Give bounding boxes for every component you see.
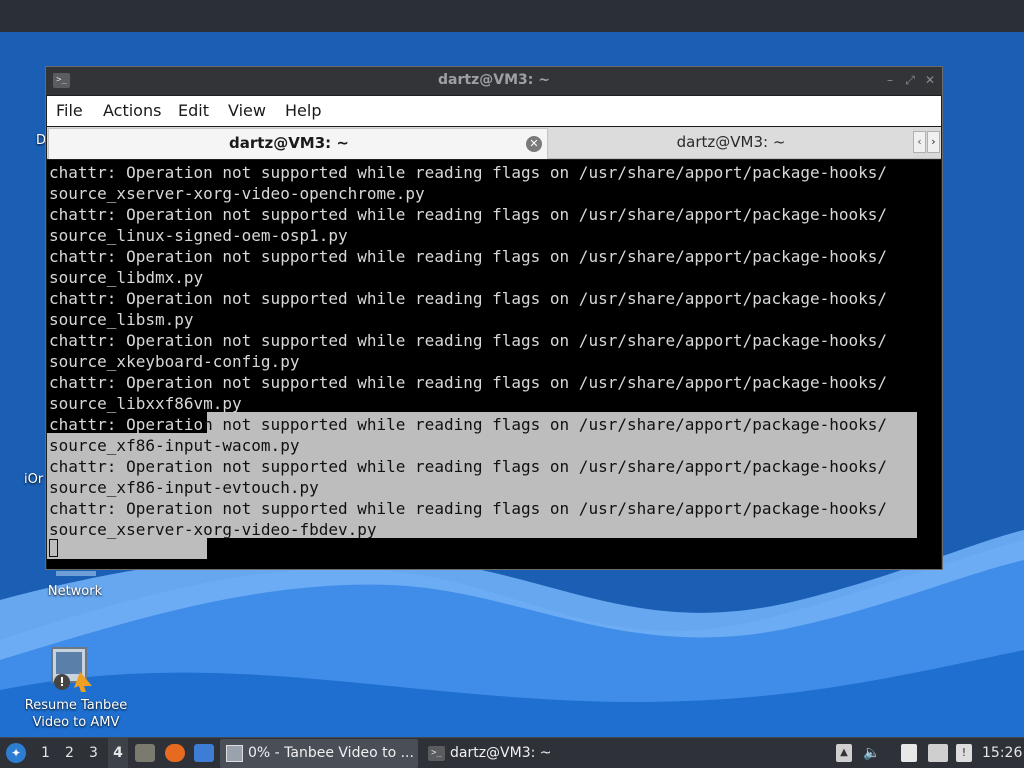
- terminal-line: chattr: Operation not supported while re…: [49, 499, 888, 518]
- terminal-line: source_xkeyboard-config.py: [49, 352, 300, 371]
- firefox-icon[interactable]: [165, 744, 185, 762]
- taskbar: ✦ 1 2 3 4 0% - Tanbee Video to ... >_ da…: [0, 737, 1024, 768]
- chevron-left-icon[interactable]: ‹: [913, 131, 926, 153]
- updates-icon[interactable]: ▲: [836, 744, 852, 762]
- chevron-right-icon[interactable]: ›: [927, 131, 940, 153]
- terminal-line: source_xserver-xorg-video-openchrome.py: [49, 184, 425, 203]
- terminal-line: chattr: Operation not supported while re…: [49, 415, 888, 434]
- window-titlebar[interactable]: >_ dartz@VM3: ~ – ⤢ ✕: [46, 67, 942, 95]
- minimize-button[interactable]: –: [882, 72, 898, 88]
- menu-bar: File Actions Edit View Help: [47, 96, 941, 126]
- workspace-2-button[interactable]: 2: [65, 738, 74, 768]
- menu-file[interactable]: File: [56, 96, 83, 126]
- tab-bar: dartz@VM3: ~ ✕ dartz@VM3: ~ ‹ ›: [47, 127, 941, 159]
- terminal-line: chattr: Operation not supported while re…: [49, 331, 888, 350]
- text-selection: [47, 538, 207, 559]
- workspace-4-button[interactable]: 4: [108, 738, 128, 768]
- terminal-line: source_xf86-input-evtouch.py: [49, 478, 319, 497]
- terminal-line: source_xserver-xorg-video-fbdev.py: [49, 520, 377, 539]
- menu-actions[interactable]: Actions: [103, 96, 161, 126]
- terminal-line: chattr: Operation not supported while re…: [49, 289, 888, 308]
- file-manager-icon[interactable]: [135, 744, 155, 762]
- task-label: dartz@VM3: ~: [450, 745, 552, 761]
- menu-help[interactable]: Help: [285, 96, 321, 126]
- close-button[interactable]: ✕: [922, 72, 938, 88]
- menu-edit[interactable]: Edit: [178, 96, 209, 126]
- workspace-1-button[interactable]: 1: [41, 738, 50, 768]
- terminal-window: >_ dartz@VM3: ~ – ⤢ ✕ File Actions Edit …: [45, 66, 943, 570]
- start-menu-icon[interactable]: ✦: [6, 743, 26, 763]
- show-desktop-icon[interactable]: [194, 744, 214, 762]
- network-icon[interactable]: [928, 744, 948, 762]
- clipboard-icon[interactable]: [901, 744, 917, 762]
- clock: 15:26: [982, 745, 1023, 761]
- tab-inactive[interactable]: dartz@VM3: ~: [549, 128, 913, 158]
- tab-label: dartz@VM3: ~: [229, 134, 349, 152]
- maximize-button[interactable]: ⤢: [902, 72, 918, 88]
- terminal-line: source_libsm.py: [49, 310, 194, 329]
- desktop-icon-resume-label[interactable]: Resume Tanbee Video to AMV: [12, 697, 140, 731]
- task-button-terminal[interactable]: >_ dartz@VM3: ~: [422, 739, 572, 768]
- top-panel-strip: [0, 0, 1024, 32]
- terminal-line: source_linux-signed-oem-osp1.py: [49, 226, 348, 245]
- desktop-icon-partial-label-2: iOr: [24, 472, 44, 487]
- terminal-cursor: [49, 539, 58, 557]
- window-title: dartz@VM3: ~: [438, 72, 550, 88]
- task-button-tanbee[interactable]: 0% - Tanbee Video to ...: [220, 739, 418, 768]
- desktop-icon-network-label[interactable]: Network: [30, 583, 120, 600]
- tab-close-icon[interactable]: ✕: [526, 136, 542, 152]
- volume-icon[interactable]: 🔈: [862, 744, 882, 762]
- tab-label: dartz@VM3: ~: [676, 133, 786, 151]
- task-label: 0% - Tanbee Video to ...: [248, 745, 414, 761]
- tanbee-app-icon[interactable]: [50, 646, 94, 692]
- workspace-3-button[interactable]: 3: [89, 738, 98, 768]
- terminal-line: source_libdmx.py: [49, 268, 204, 287]
- tab-active[interactable]: dartz@VM3: ~ ✕: [48, 128, 548, 159]
- terminal-line: chattr: Operation not supported while re…: [49, 163, 888, 182]
- terminal-output[interactable]: chattr: Operation not supported while re…: [47, 160, 941, 569]
- terminal-line: source_xf86-input-wacom.py: [49, 436, 300, 455]
- terminal-line: chattr: Operation not supported while re…: [49, 205, 888, 224]
- menu-view[interactable]: View: [228, 96, 266, 126]
- terminal-lines: chattr: Operation not supported while re…: [49, 162, 939, 540]
- alert-icon[interactable]: !: [956, 744, 972, 762]
- tanbee-app-icon: [226, 745, 243, 762]
- terminal-line: chattr: Operation not supported while re…: [49, 373, 888, 392]
- network-icon[interactable]: [56, 571, 96, 576]
- terminal-icon: >_: [428, 746, 445, 761]
- terminal-line: source_libxxf86vm.py: [49, 394, 242, 413]
- terminal-line: chattr: Operation not supported while re…: [49, 247, 888, 266]
- terminal-line: chattr: Operation not supported while re…: [49, 457, 888, 476]
